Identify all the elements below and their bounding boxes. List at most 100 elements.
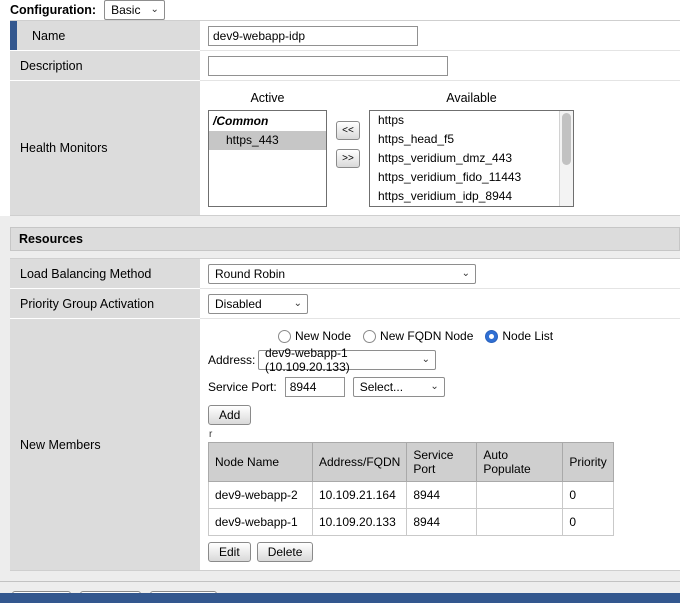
active-monitors-column: Active /Common https_443 bbox=[208, 89, 327, 207]
table-row[interactable]: dev9-webapp-2 10.109.21.164 8944 0 bbox=[209, 482, 614, 509]
priority-group-activation-row: Priority Group Activation Disabled ⌄ bbox=[10, 289, 680, 319]
delete-button[interactable]: Delete bbox=[257, 542, 314, 562]
members-table-header-row: Node Name Address/FQDN Service Port Auto… bbox=[209, 443, 614, 482]
radio-node-list[interactable]: Node List bbox=[485, 329, 553, 343]
cell-service-port: 8944 bbox=[407, 482, 477, 509]
scrollbar[interactable] bbox=[559, 111, 573, 206]
available-monitor-item[interactable]: https bbox=[370, 111, 558, 130]
health-monitors-content-cell: Active /Common https_443 << >> Available bbox=[200, 81, 680, 215]
health-monitors-row: Health Monitors Active /Common https_443… bbox=[10, 81, 680, 215]
radio-new-fqdn-node[interactable]: New FQDN Node bbox=[363, 329, 473, 343]
chevron-down-icon: ⌄ bbox=[422, 355, 430, 365]
chevron-down-icon: ⌄ bbox=[430, 382, 438, 392]
configuration-bar: Configuration: Basic ⌄ bbox=[0, 0, 680, 20]
load-balancing-method-label-cell: Load Balancing Method bbox=[10, 259, 200, 289]
active-title: Active bbox=[208, 91, 327, 105]
address-select[interactable]: dev9-webapp-1 (10.109.20.133) ⌄ bbox=[258, 350, 436, 370]
column-header-service-port[interactable]: Service Port bbox=[407, 443, 477, 482]
available-monitor-item[interactable]: https_veridium_dmz_443 bbox=[370, 149, 558, 168]
column-header-priority[interactable]: Priority bbox=[563, 443, 613, 482]
load-balancing-method-label: Load Balancing Method bbox=[20, 267, 151, 281]
health-monitors-picker: Active /Common https_443 << >> Available bbox=[208, 89, 672, 207]
column-header-node-name[interactable]: Node Name bbox=[209, 443, 313, 482]
chevron-down-icon: ⌄ bbox=[150, 5, 158, 15]
table-row[interactable]: dev9-webapp-1 10.109.20.133 8944 0 bbox=[209, 509, 614, 536]
cell-service-port: 8944 bbox=[407, 509, 477, 536]
address-label: Address: bbox=[208, 353, 250, 367]
cell-auto-populate bbox=[477, 509, 563, 536]
cell-priority: 0 bbox=[563, 482, 613, 509]
available-monitor-item[interactable]: https_veridium_fido_11443 bbox=[370, 168, 558, 187]
radio-selected-icon bbox=[485, 330, 498, 343]
radio-icon bbox=[363, 330, 376, 343]
service-port-select[interactable]: Select... ⌄ bbox=[353, 377, 445, 397]
resources-section-header: Resources bbox=[10, 227, 680, 251]
partition-group-label: /Common bbox=[209, 111, 326, 131]
address-select-value: dev9-webapp-1 (10.109.20.133) bbox=[265, 346, 412, 374]
available-monitor-item[interactable]: https_veridium_idp_8944 bbox=[370, 187, 558, 206]
description-label-cell: Description bbox=[10, 51, 200, 81]
edit-delete-button-row: Edit Delete bbox=[208, 542, 672, 562]
required-indicator bbox=[10, 21, 17, 50]
configuration-select[interactable]: Basic ⌄ bbox=[104, 0, 165, 20]
members-table-caption: r bbox=[209, 430, 672, 440]
load-balancing-method-content-cell: Round Robin ⌄ bbox=[200, 259, 680, 289]
priority-group-activation-value: Disabled bbox=[215, 297, 262, 311]
health-monitors-label-cell: Health Monitors bbox=[10, 81, 200, 215]
move-to-active-button[interactable]: << bbox=[336, 121, 360, 140]
monitor-move-buttons: << >> bbox=[336, 89, 360, 168]
cell-address: 10.109.20.133 bbox=[313, 509, 407, 536]
add-button-row: Add bbox=[208, 405, 672, 425]
service-port-label: Service Port: bbox=[208, 380, 277, 394]
health-monitors-label: Health Monitors bbox=[20, 141, 108, 155]
add-button[interactable]: Add bbox=[208, 405, 251, 425]
member-type-radio-group: New Node New FQDN Node Node List bbox=[278, 329, 672, 343]
configuration-label: Configuration: bbox=[10, 3, 96, 17]
description-input[interactable] bbox=[208, 56, 448, 76]
priority-group-activation-label: Priority Group Activation bbox=[20, 297, 154, 311]
service-port-field-row: Service Port: Select... ⌄ bbox=[208, 377, 672, 397]
resources-table: Load Balancing Method Round Robin ⌄ Prio… bbox=[10, 258, 680, 571]
load-balancing-method-select[interactable]: Round Robin ⌄ bbox=[208, 264, 476, 284]
resources-section: Resources Load Balancing Method Round Ro… bbox=[0, 216, 680, 603]
column-header-address-fqdn[interactable]: Address/FQDN bbox=[313, 443, 407, 482]
name-row: Name bbox=[10, 21, 680, 51]
new-members-row: New Members New Node New FQDN Node bbox=[10, 319, 680, 570]
cell-address: 10.109.21.164 bbox=[313, 482, 407, 509]
configuration-select-value: Basic bbox=[111, 3, 140, 17]
description-label: Description bbox=[20, 59, 83, 73]
cell-node-name: dev9-webapp-1 bbox=[209, 509, 313, 536]
description-row: Description bbox=[10, 51, 680, 81]
available-monitors-column: Available https https_head_f5 https_veri… bbox=[369, 89, 574, 207]
priority-group-activation-select[interactable]: Disabled ⌄ bbox=[208, 294, 308, 314]
available-monitor-item[interactable]: https_head_f5 bbox=[370, 130, 558, 149]
name-input[interactable] bbox=[208, 26, 418, 46]
active-monitor-item[interactable]: https_443 bbox=[209, 131, 326, 150]
radio-node-list-label: Node List bbox=[502, 329, 553, 343]
name-label-cell: Name bbox=[10, 21, 200, 51]
scrollbar-thumb[interactable] bbox=[562, 113, 571, 165]
service-port-input[interactable] bbox=[285, 377, 345, 397]
name-label: Name bbox=[32, 29, 65, 43]
move-to-available-button[interactable]: >> bbox=[336, 149, 360, 168]
pool-configuration-page: Configuration: Basic ⌄ Name Description bbox=[0, 0, 680, 603]
load-balancing-method-value: Round Robin bbox=[215, 267, 285, 281]
load-balancing-method-row: Load Balancing Method Round Robin ⌄ bbox=[10, 259, 680, 289]
name-content-cell bbox=[200, 21, 680, 51]
chevron-down-icon: ⌄ bbox=[462, 269, 470, 279]
members-table: Node Name Address/FQDN Service Port Auto… bbox=[208, 442, 614, 536]
radio-new-fqdn-node-label: New FQDN Node bbox=[380, 329, 473, 343]
available-monitors-listbox[interactable]: https https_head_f5 https_veridium_dmz_4… bbox=[369, 110, 574, 207]
description-content-cell bbox=[200, 51, 680, 81]
available-title: Available bbox=[369, 91, 574, 105]
edit-button[interactable]: Edit bbox=[208, 542, 251, 562]
address-field-row: Address: dev9-webapp-1 (10.109.20.133) ⌄ bbox=[208, 350, 672, 370]
general-properties-table: Name Description Health Monitors Active bbox=[10, 20, 680, 216]
cell-node-name: dev9-webapp-2 bbox=[209, 482, 313, 509]
bottom-accent-bar bbox=[0, 593, 680, 603]
column-header-auto-populate[interactable]: Auto Populate bbox=[477, 443, 563, 482]
chevron-down-icon: ⌄ bbox=[294, 299, 302, 309]
radio-new-node[interactable]: New Node bbox=[278, 329, 351, 343]
active-monitors-listbox[interactable]: /Common https_443 bbox=[208, 110, 327, 207]
new-members-content-cell: New Node New FQDN Node Node List Address… bbox=[200, 319, 680, 570]
